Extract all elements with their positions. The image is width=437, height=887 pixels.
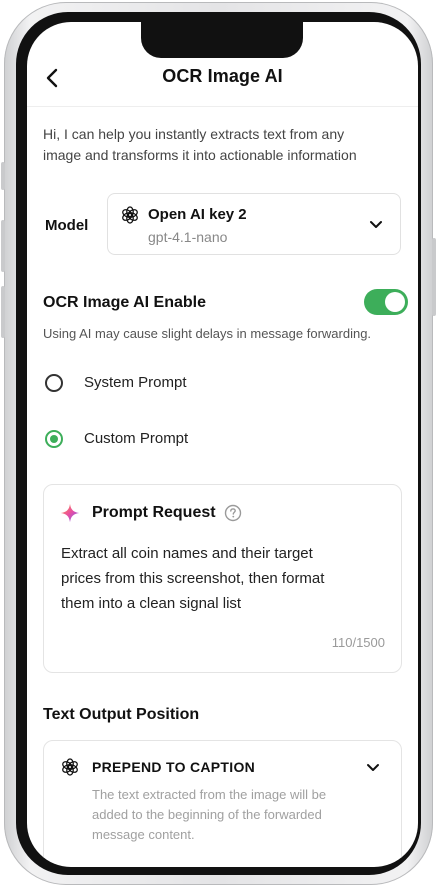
output-position-select[interactable]: PREPEND TO CAPTION The text extracted fr… — [43, 740, 402, 867]
action-button — [1, 162, 5, 190]
custom-prompt-label[interactable]: Custom Prompt — [84, 430, 188, 447]
prompt-request-title: Prompt Request — [92, 504, 216, 521]
model-label: Model — [45, 217, 89, 234]
intro-text: Hi, I can help you instantly extracts te… — [43, 124, 403, 166]
openai-icon — [62, 758, 78, 776]
app-screen: OCR Image AI Hi, I can help you instantl… — [27, 22, 418, 867]
sparkle-icon — [60, 503, 80, 523]
toggle-knob — [385, 292, 405, 312]
volume-up-button — [1, 220, 5, 272]
openai-icon — [122, 206, 138, 224]
model-key-name: Open AI key 2 — [148, 206, 247, 223]
power-button — [432, 238, 436, 316]
chevron-down-icon — [370, 221, 382, 228]
output-desc-line-1: The text extracted from the image will b… — [92, 787, 327, 802]
system-prompt-label[interactable]: System Prompt — [84, 374, 187, 391]
ocr-enable-note: Using AI may cause slight delays in mess… — [43, 326, 372, 341]
custom-prompt-radio[interactable] — [45, 430, 63, 448]
prompt-text-line-1: Extract all coin names and their target — [61, 545, 313, 562]
dynamic-island — [141, 22, 303, 58]
output-position-value: PREPEND TO CAPTION — [92, 759, 256, 775]
prompt-text-line-2: prices from this screenshot, then format — [61, 570, 325, 587]
intro-line-1: Hi, I can help you instantly extracts te… — [43, 126, 345, 142]
chevron-down-icon — [367, 764, 379, 771]
intro-line-2: image and transforms it into actionable … — [43, 147, 357, 163]
output-position-title: Text Output Position — [43, 706, 200, 723]
model-select[interactable]: Open AI key 2 gpt-4.1-nano — [107, 193, 401, 255]
character-counter: 110/1500 — [331, 635, 385, 650]
app-header: OCR Image AI — [27, 58, 418, 107]
volume-down-button — [1, 286, 5, 338]
model-version: gpt-4.1-nano — [148, 229, 228, 245]
output-desc-line-3: message content. — [92, 827, 195, 842]
help-icon[interactable] — [224, 504, 242, 522]
ocr-enable-title: OCR Image AI Enable — [43, 294, 206, 311]
system-prompt-radio[interactable] — [45, 374, 63, 392]
ocr-enable-toggle[interactable] — [364, 289, 408, 315]
prompt-text-input[interactable]: Extract all coin names and their target … — [61, 541, 391, 616]
output-position-description: The text extracted from the image will b… — [92, 785, 362, 845]
phone-frame: OCR Image AI Hi, I can help you instantl… — [1, 2, 436, 885]
page-title: OCR Image AI — [162, 66, 283, 86]
output-desc-line-2: added to the beginning of the forwarded — [92, 807, 322, 822]
prompt-request-card: Prompt Request Extract all coin names an… — [43, 484, 402, 673]
prompt-text-line-3: them into a clean signal list — [61, 595, 242, 612]
